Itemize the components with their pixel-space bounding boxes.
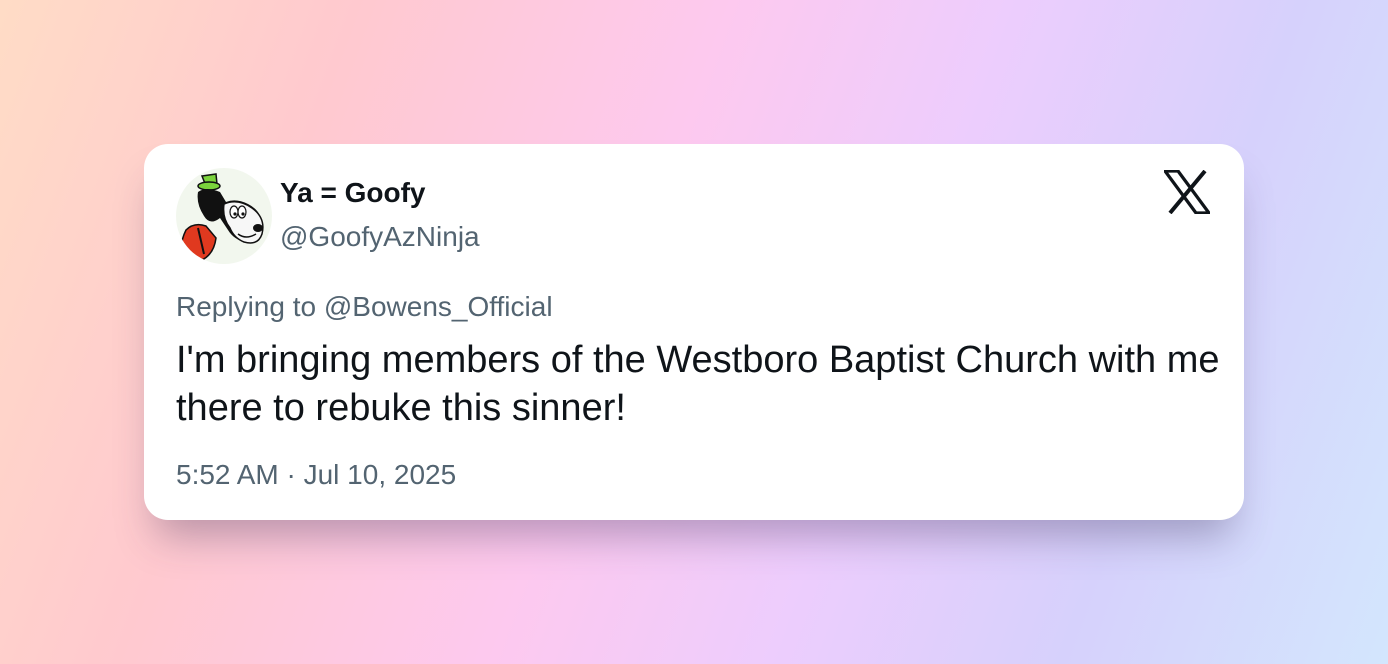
tweet-card: Ya = Goofy @GoofyAzNinja Replying to @Bo… (144, 144, 1244, 520)
goofy-avatar-icon (180, 173, 264, 261)
user-handle[interactable]: @GoofyAzNinja (280, 220, 480, 254)
tweet-text: I'm bringing members of the Westboro Bap… (176, 339, 1220, 429)
replying-to[interactable]: Replying to @Bowens_Official (176, 290, 553, 324)
display-name[interactable]: Ya = Goofy (280, 176, 426, 210)
timestamp[interactable]: 5:52 AM · Jul 10, 2025 (176, 458, 456, 492)
x-logo-icon (1163, 169, 1211, 215)
avatar[interactable] (176, 168, 272, 264)
